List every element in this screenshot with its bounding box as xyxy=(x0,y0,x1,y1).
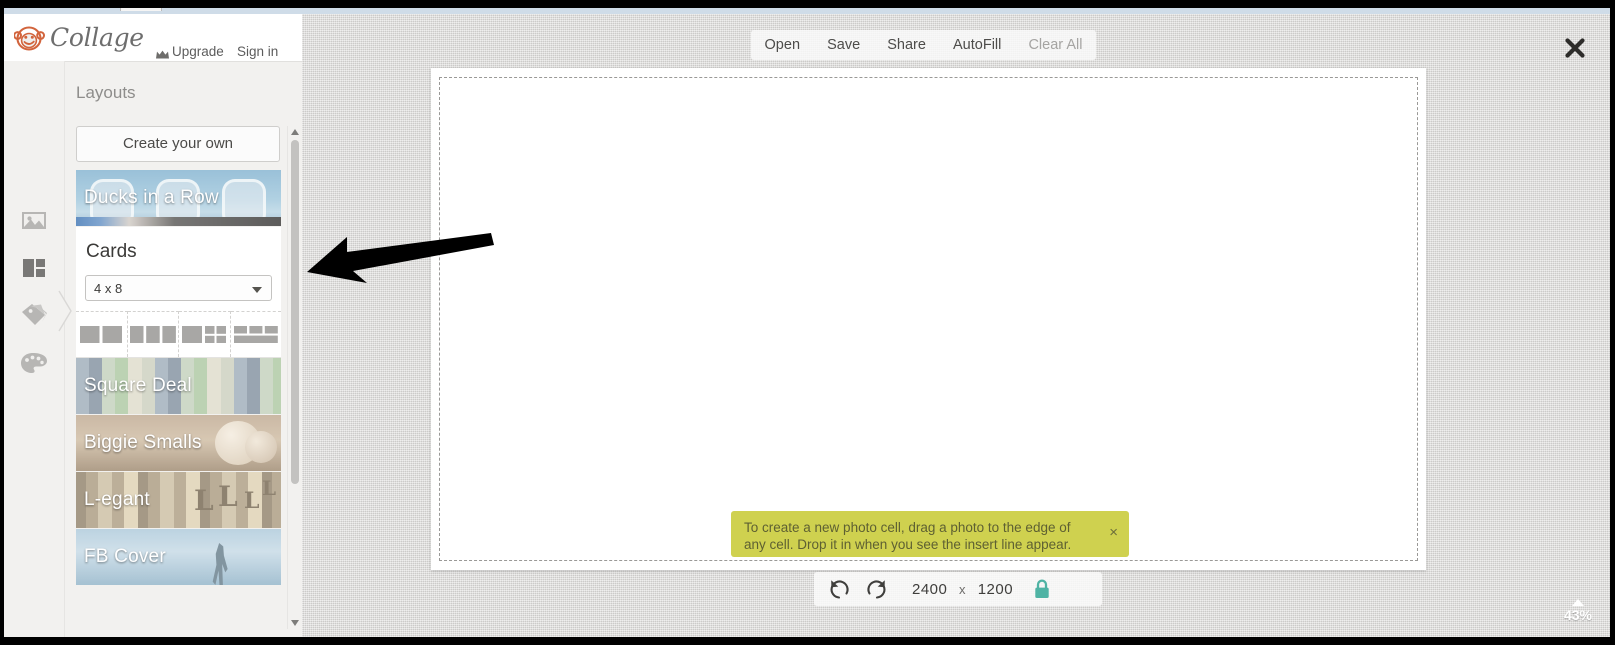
canvas-dashed-boundary xyxy=(439,77,1418,561)
upgrade-label: Upgrade xyxy=(172,44,224,59)
canvas-dimensions[interactable]: 2400 x 1200 xyxy=(912,581,1013,598)
cards-title: Cards xyxy=(86,241,137,262)
window-frame-top xyxy=(0,0,1615,8)
redo-icon xyxy=(864,580,890,606)
layout-item-l-egant[interactable]: L L L L L-egant xyxy=(76,472,281,528)
browser-chrome-strip xyxy=(4,8,1610,14)
hint-toast: To create a new photo cell, drag a photo… xyxy=(731,511,1129,557)
rail-item-layouts[interactable] xyxy=(18,252,50,284)
open-button[interactable]: Open xyxy=(762,37,803,53)
layout-item-fb-cover[interactable]: FB Cover xyxy=(76,529,281,585)
cards-pattern-row xyxy=(76,311,281,357)
panel-collapse-button[interactable] xyxy=(58,289,74,333)
zoom-control[interactable]: 43% xyxy=(1564,599,1592,623)
layout-item-cards-expanded[interactable]: Cards 4 x 8 xyxy=(76,227,281,358)
clear-all-button[interactable]: Clear All xyxy=(1025,37,1085,53)
rail-item-swatches[interactable] xyxy=(18,300,50,332)
undo-icon xyxy=(826,580,852,606)
pattern-three-top-one-bottom[interactable] xyxy=(230,311,281,357)
save-button[interactable]: Save xyxy=(824,37,863,53)
rail-item-effects[interactable] xyxy=(18,348,50,380)
upgrade-button[interactable]: Upgrade xyxy=(156,44,224,59)
window-frame-right xyxy=(1610,0,1615,645)
signin-label: Sign in xyxy=(237,44,279,59)
collage-canvas[interactable] xyxy=(431,68,1426,570)
panel-title: Layouts xyxy=(76,83,136,102)
crown-icon xyxy=(156,47,169,59)
layouts-list[interactable]: Create your own Ducks in a Row Cards 4 x… xyxy=(76,126,284,629)
pattern-three-column[interactable] xyxy=(127,311,179,357)
app-topbar: Collage Upgrade Sign in xyxy=(4,14,302,62)
chevron-right-icon xyxy=(58,290,74,337)
dimension-separator: x xyxy=(959,581,967,597)
left-arrow-annotation xyxy=(295,215,495,285)
scrollbar-thumb[interactable] xyxy=(291,140,299,484)
image-icon xyxy=(18,212,50,240)
canvas-width-value: 2400 xyxy=(912,580,948,598)
chevron-down-icon xyxy=(252,287,262,293)
app-logo-text: Collage xyxy=(50,23,144,52)
caret-up-icon[interactable] xyxy=(1571,599,1584,606)
layout-item-label: FB Cover xyxy=(84,546,166,567)
undo-button[interactable] xyxy=(826,576,852,602)
icon-rail xyxy=(4,61,72,637)
tags-icon xyxy=(18,304,50,336)
pattern-one-plus-four[interactable] xyxy=(179,311,231,357)
hint-toast-close-button[interactable]: × xyxy=(1109,525,1118,540)
share-button[interactable]: Share xyxy=(884,37,929,53)
collage-app: Collage Upgrade Sign in Layouts Create y… xyxy=(0,0,1615,645)
layout-item-ducks-in-a-row[interactable]: Ducks in a Row xyxy=(76,170,281,226)
caret-up-icon[interactable] xyxy=(291,129,299,135)
zoom-level-value[interactable]: 43% xyxy=(1564,607,1592,623)
canvas-height-value: 1200 xyxy=(977,580,1014,598)
layout-item-label: Square Deal xyxy=(84,375,192,396)
layouts-scrollbar[interactable] xyxy=(287,126,302,629)
hint-toast-message: To create a new photo cell, drag a photo… xyxy=(744,520,1072,552)
pattern-two-column[interactable] xyxy=(76,311,128,357)
window-frame-left xyxy=(0,0,4,645)
signin-button[interactable]: Sign in xyxy=(237,44,278,59)
left-panel: Collage Upgrade Sign in Layouts Create y… xyxy=(4,14,302,637)
app-logo[interactable]: Collage xyxy=(13,22,144,54)
layout-item-label: Ducks in a Row xyxy=(84,187,219,208)
canvas-toolbar: Open Save Share AutoFill Clear All xyxy=(751,30,1096,60)
close-button[interactable] xyxy=(1564,37,1586,59)
cards-size-select[interactable]: 4 x 8 xyxy=(85,275,272,301)
monkey-face-icon xyxy=(13,25,46,51)
palette-icon xyxy=(18,353,50,384)
lock-closed-icon xyxy=(1033,579,1051,604)
layout-item-biggie-smalls[interactable]: Biggie Smalls xyxy=(76,415,281,471)
caret-down-icon[interactable] xyxy=(291,620,299,626)
redo-button[interactable] xyxy=(864,576,890,602)
create-your-own-button[interactable]: Create your own xyxy=(76,126,280,162)
window-frame-bottom xyxy=(0,637,1615,645)
close-x-icon xyxy=(1564,38,1586,63)
layout-item-square-deal[interactable]: Square Deal xyxy=(76,358,281,414)
layout-item-label: L-egant xyxy=(84,489,150,510)
canvas-bottom-toolbar: 2400 x 1200 xyxy=(814,572,1102,606)
cards-size-value: 4 x 8 xyxy=(94,281,123,296)
autofill-button[interactable]: AutoFill xyxy=(950,37,1004,53)
workspace: Open Save Share AutoFill Clear All To cr… xyxy=(302,14,1610,637)
aspect-lock-button[interactable] xyxy=(1033,578,1051,600)
layouts-grid-icon xyxy=(18,259,50,288)
layout-item-label: Biggie Smalls xyxy=(84,432,202,453)
rail-item-photos[interactable] xyxy=(18,204,50,236)
